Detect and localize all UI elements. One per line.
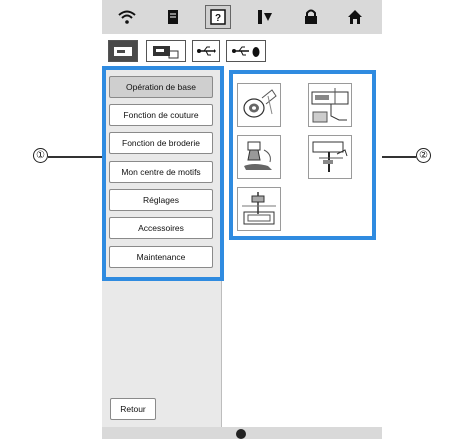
menu-item-reglages[interactable]: Réglages [109,189,213,211]
topic-panel [222,66,382,427]
topic-threading[interactable] [308,83,352,127]
bobbin-icon [243,89,277,118]
wifi-icon[interactable] [114,5,140,29]
tab-row [102,38,382,64]
bottom-bar [102,427,382,439]
usb-mouse-icon [232,46,260,57]
topic-bobbin-winding[interactable] [237,83,281,127]
document-icon[interactable] [160,5,186,29]
needle-icon[interactable] [252,5,278,29]
topic-embroidery-unit[interactable] [237,187,281,231]
close-icon[interactable] [236,429,246,439]
category-panel: Opération de base Fonction de couture Fo… [102,66,222,427]
lock-icon[interactable] [298,5,324,29]
presser-foot-icon [244,141,272,170]
sewing-machine-icon [114,47,132,56]
tab-embroidery-machine[interactable] [146,40,186,62]
upper-threading-icon [311,88,349,123]
menu-item-fonction-de-couture[interactable]: Fonction de couture [109,104,213,126]
needle-change-icon [312,141,348,172]
home-icon[interactable] [342,5,368,29]
callout-2-line [377,156,416,158]
callout-1-line [48,156,102,158]
help-icon[interactable]: ? [205,5,231,29]
callout-2: ② [416,148,431,163]
svg-text:?: ? [215,13,221,24]
callout-1: ① [33,148,48,163]
menu-item-fonction-de-broderie[interactable]: Fonction de broderie [109,132,213,154]
embroidery-unit-icon [242,192,276,225]
tab-usb-mouse[interactable] [226,40,266,62]
tab-usb[interactable] [192,40,220,62]
menu-item-mon-centre-de-motifs[interactable]: Mon centre de motifs [109,161,213,183]
menu-item-operation-de-base[interactable]: Opération de base [109,76,213,98]
topic-presser-foot[interactable] [237,135,281,179]
menu-item-maintenance[interactable]: Maintenance [109,246,213,268]
embroidery-machine-icon [153,46,179,59]
usb-icon [197,46,216,56]
top-bar: ? [102,0,382,34]
menu-item-accessoires[interactable]: Accessoires [109,217,213,239]
device-screen: ? Opération de base Fonction de couture … [102,0,382,439]
back-button[interactable]: Retour [110,398,156,420]
topic-needle-change[interactable] [308,135,352,179]
tab-sewing-machine[interactable] [108,40,138,62]
